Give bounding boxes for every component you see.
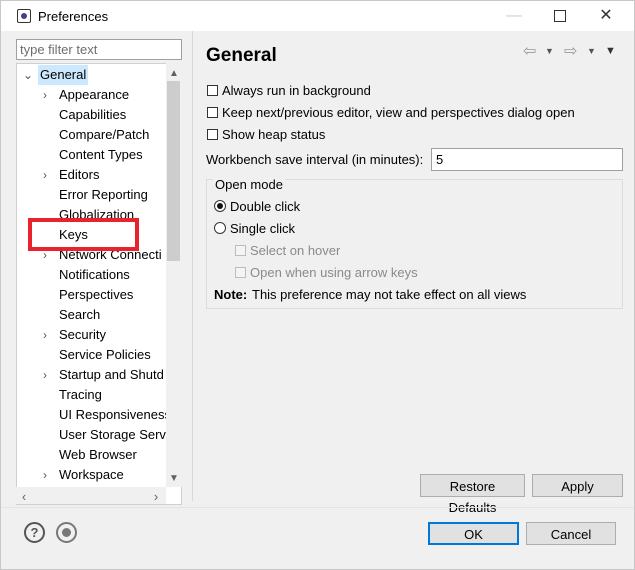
window-title: Preferences bbox=[38, 9, 109, 24]
double-click-radio[interactable] bbox=[214, 200, 226, 212]
note-label: Note: bbox=[214, 287, 248, 302]
tree-item-label: UI Responsiveness bbox=[59, 407, 171, 422]
page-title: General bbox=[206, 45, 277, 66]
record-icon[interactable] bbox=[56, 522, 77, 543]
note-text: This preference may not take effect on a… bbox=[252, 287, 527, 302]
open-arrow-keys-checkbox[interactable] bbox=[235, 267, 246, 278]
maximize-button[interactable] bbox=[537, 1, 583, 31]
show-heap-label: Show heap status bbox=[222, 127, 326, 142]
back-menu-icon[interactable]: ▼ bbox=[545, 46, 554, 56]
back-icon[interactable]: ⇦ bbox=[523, 41, 536, 61]
cancel-button[interactable]: Cancel bbox=[526, 522, 616, 545]
tree-item-label: Web Browser bbox=[59, 447, 137, 462]
minimize-button[interactable]: — bbox=[491, 1, 537, 31]
open-arrow-keys-label: Open when using arrow keys bbox=[250, 265, 418, 280]
select-on-hover-label: Select on hover bbox=[250, 243, 341, 258]
tree-item-label: Appearance bbox=[59, 87, 130, 102]
close-button[interactable]: ✕ bbox=[583, 1, 629, 31]
open-mode-label: Open mode bbox=[213, 177, 285, 192]
select-on-hover-checkbox[interactable] bbox=[235, 245, 246, 256]
save-interval-label: Workbench save interval (in minutes): bbox=[206, 152, 424, 167]
tree-item-label: User Storage Serv bbox=[59, 427, 166, 442]
tree-item-label: Security bbox=[59, 327, 106, 342]
tree-item-label: Perspectives bbox=[59, 287, 134, 302]
minimize-icon: — bbox=[506, 7, 522, 24]
keep-next-prev-checkbox[interactable] bbox=[207, 107, 218, 118]
panel-divider[interactable] bbox=[192, 31, 193, 501]
tree-scroll-thumb[interactable] bbox=[167, 81, 180, 261]
restore-defaults-button[interactable]: Restore Defaults bbox=[420, 474, 525, 515]
eclipse-icon bbox=[17, 9, 31, 23]
tree-item-label: Tracing bbox=[59, 387, 102, 402]
show-heap-checkbox[interactable] bbox=[207, 129, 218, 140]
filter-input[interactable] bbox=[16, 39, 182, 60]
tree-item-label: General bbox=[38, 65, 89, 85]
always-run-label: Always run in background bbox=[222, 83, 371, 98]
tree-item-label: Notifications bbox=[59, 267, 130, 282]
scroll-down-icon[interactable]: ▼ bbox=[166, 473, 182, 484]
chevron-right-icon[interactable]: › bbox=[43, 325, 53, 345]
close-icon: ✕ bbox=[599, 7, 613, 24]
chevron-right-icon[interactable]: › bbox=[43, 365, 53, 385]
tree-item-label: Workspace bbox=[59, 467, 124, 482]
tree-item-label: Compare/Patch bbox=[59, 127, 150, 142]
tree-item-label: Startup and Shutd bbox=[59, 367, 164, 382]
ok-button[interactable]: OK bbox=[428, 522, 519, 545]
single-click-radio[interactable] bbox=[214, 222, 226, 234]
help-icon[interactable]: ? bbox=[24, 522, 45, 543]
tree-item-label: Capabilities bbox=[59, 107, 127, 122]
view-menu-icon[interactable]: ▼ bbox=[605, 45, 616, 57]
double-click-label: Double click bbox=[230, 199, 301, 214]
scroll-right-icon[interactable]: › bbox=[148, 489, 164, 504]
forward-menu-icon[interactable]: ▼ bbox=[587, 46, 596, 56]
apply-button[interactable]: Apply bbox=[532, 474, 623, 497]
tree-item-label: Error Reporting bbox=[59, 187, 148, 202]
save-interval-input[interactable] bbox=[431, 148, 623, 171]
tree-item-label: Editors bbox=[59, 167, 100, 182]
scroll-left-icon[interactable]: ‹ bbox=[16, 489, 32, 504]
preference-tree: ⌄ General › Appearance Capabilities Comp… bbox=[16, 63, 182, 505]
chevron-right-icon[interactable]: › bbox=[43, 85, 53, 105]
forward-icon[interactable]: ⇨ bbox=[564, 41, 577, 61]
tree-horizontal-scrollbar[interactable] bbox=[16, 487, 166, 504]
single-click-label: Single click bbox=[230, 221, 296, 236]
chevron-right-icon[interactable]: › bbox=[43, 465, 53, 485]
chevron-down-icon[interactable]: ⌄ bbox=[23, 65, 33, 85]
tree-item-label: Service Policies bbox=[59, 347, 151, 362]
highlight-box bbox=[28, 218, 139, 251]
preferences-window: Preferences — ✕ ⌄ General › Appearance C… bbox=[0, 0, 635, 570]
scroll-up-icon[interactable]: ▲ bbox=[166, 68, 182, 79]
keep-next-prev-label: Keep next/previous editor, view and pers… bbox=[222, 105, 575, 120]
button-bar-separator bbox=[1, 507, 634, 508]
tree-item-label: Content Types bbox=[59, 147, 143, 162]
chevron-right-icon[interactable]: › bbox=[43, 165, 53, 185]
tree-item-label: Search bbox=[59, 307, 101, 322]
maximize-icon bbox=[554, 9, 566, 22]
title-bar: Preferences — ✕ bbox=[1, 1, 634, 31]
always-run-checkbox[interactable] bbox=[207, 85, 218, 96]
